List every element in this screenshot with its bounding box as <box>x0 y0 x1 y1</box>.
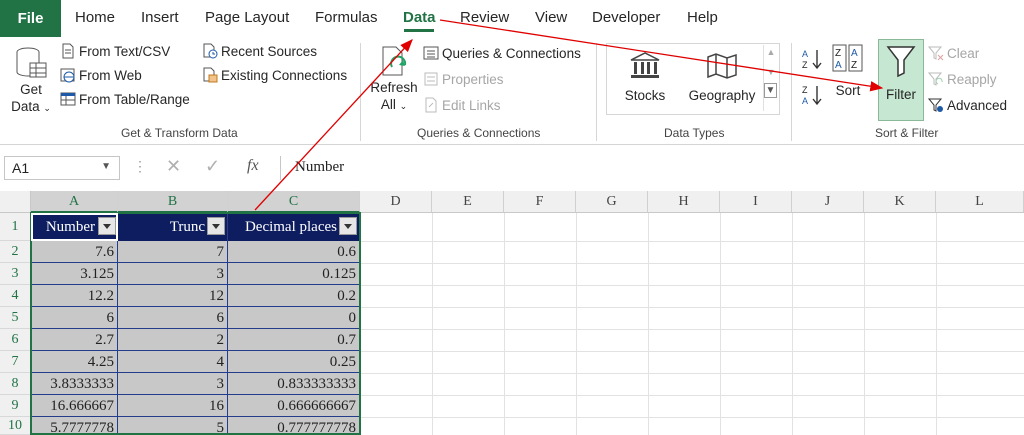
annotation-arrows <box>254 19 884 211</box>
arrow-to-filter-button <box>439 19 884 92</box>
arrow-to-data-tab <box>254 39 413 211</box>
